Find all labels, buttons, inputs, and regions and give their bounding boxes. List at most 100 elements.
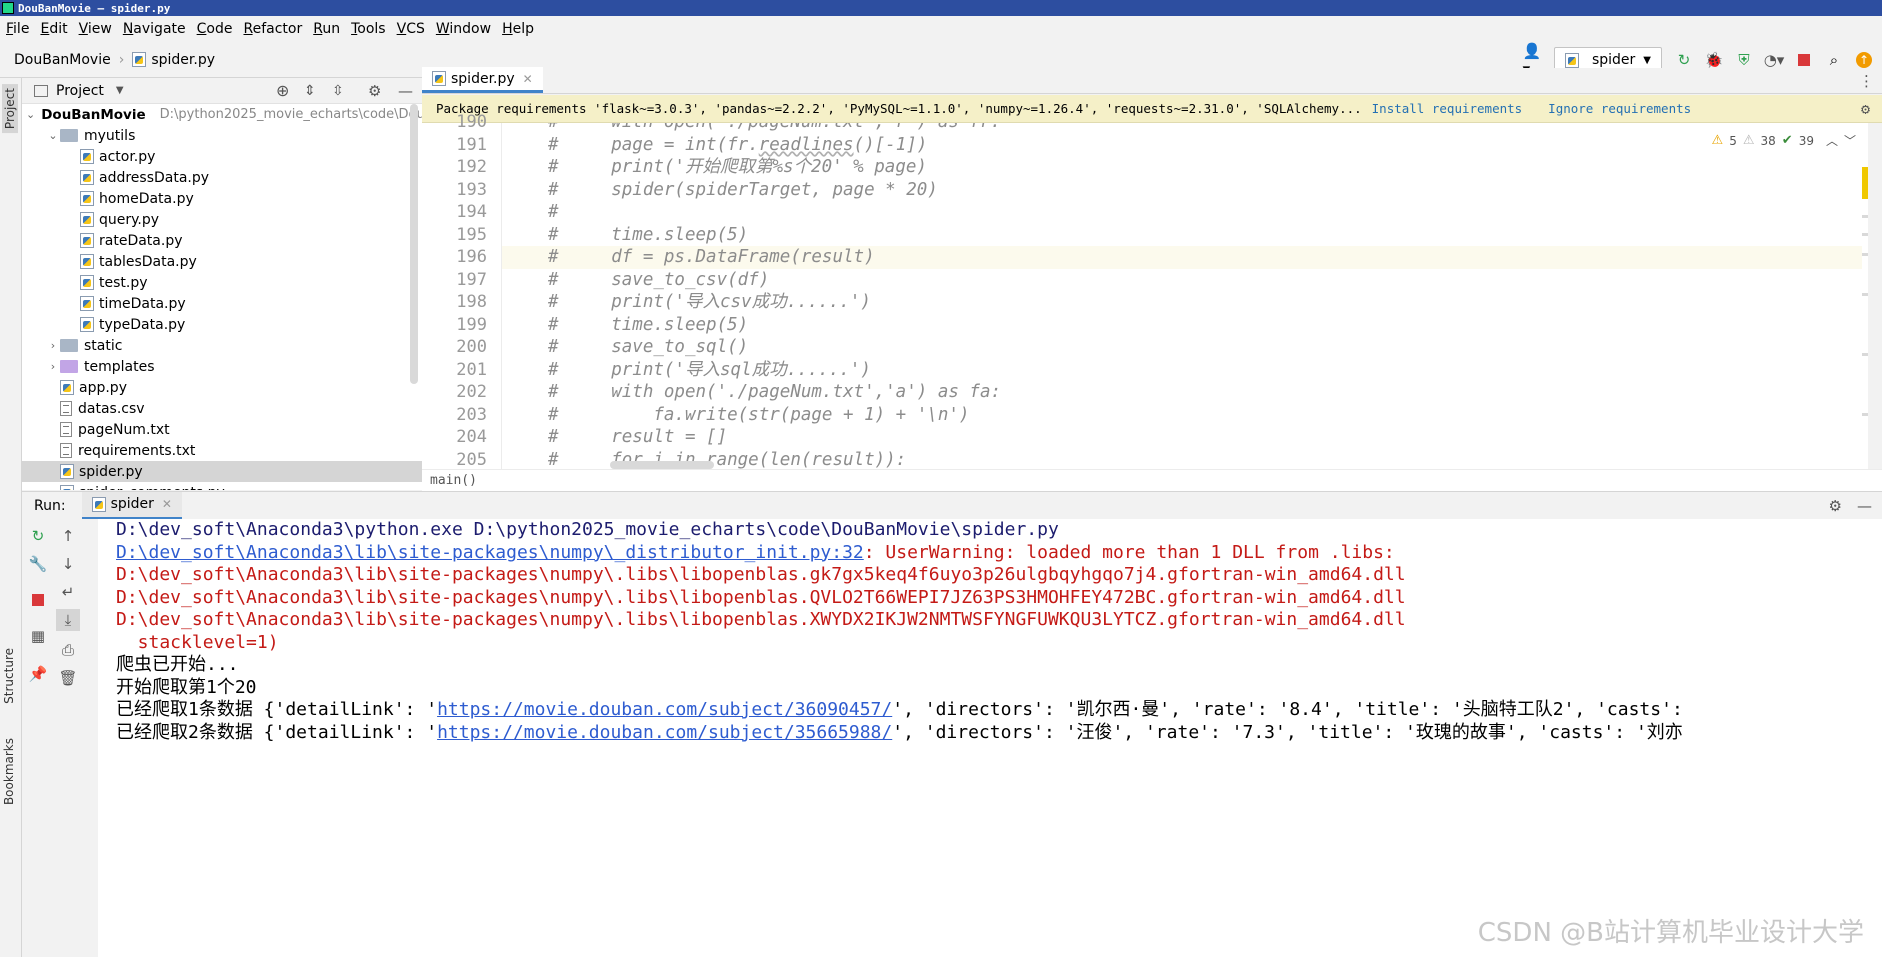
pin-icon[interactable]: 📌 [26,663,50,685]
menu-refactor[interactable]: Refactor [243,21,302,37]
bookmarks-tool-tab[interactable]: Bookmarks [2,738,16,805]
tree-item[interactable]: requirements.txt [22,440,422,461]
tree-item[interactable]: app.py [22,377,422,398]
print-icon[interactable]: ⎙ [56,639,80,661]
gear-icon[interactable]: ⚙ [1861,100,1870,118]
error-stripe[interactable] [1862,123,1868,469]
code-editor[interactable]: # with open('./pageNum.txt','r') as fr:#… [502,123,1862,469]
code-line[interactable]: # result = [] [502,426,1862,449]
stop-icon[interactable] [26,589,50,611]
trash-icon[interactable]: 🗑 [56,667,80,689]
code-line[interactable]: # time.sleep(5) [502,314,1862,337]
stop-icon[interactable] [1796,52,1812,68]
tree-item[interactable]: actor.py [22,146,422,167]
run-tab-spider[interactable]: spider ✕ [81,491,182,520]
wrench-icon[interactable]: 🔧 [26,553,50,575]
breadcrumb-file[interactable]: spider.py [151,52,215,68]
coverage-icon[interactable]: ⛨ [1736,51,1752,69]
chevron-right-icon[interactable]: › [46,360,60,373]
search-icon[interactable]: ⌕ [1826,51,1842,69]
tree-item[interactable]: timeData.py [22,293,422,314]
chevron-down-icon[interactable]: ▼ [116,85,124,96]
inspection-widget[interactable]: ⚠ 5 ⚠ 38 ✔ 39 ︿ ﹀ [1712,132,1856,149]
menu-edit[interactable]: Edit [40,21,67,37]
debug-icon[interactable]: 🐞 [1705,51,1724,69]
code-line[interactable]: # print('开始爬取第%s个20' % page) [502,156,1862,179]
console-link[interactable]: D:\dev_soft\Anaconda3\lib\site-packages\… [116,542,864,563]
project-tool-tab[interactable]: Project [2,84,18,134]
code-line[interactable]: # save_to_csv(df) [502,269,1862,292]
run-console[interactable]: D:\dev_soft\Anaconda3\python.exe D:\pyth… [98,519,1882,957]
code-line[interactable]: # df = ps.DataFrame(result) [502,246,1862,269]
tree-item[interactable]: pageNum.txt [22,419,422,440]
rerun-icon[interactable]: ↻ [26,525,50,547]
menu-help[interactable]: Help [502,21,534,37]
tree-item[interactable]: addressData.py [22,167,422,188]
code-line[interactable]: # with open('./pageNum.txt','r') as fr: [502,123,1862,134]
code-line[interactable]: # with open('./pageNum.txt','a') as fa: [502,381,1862,404]
editor-horizontal-scrollbar[interactable] [610,461,714,469]
code-line[interactable]: # page = int(fr.readlines()[-1]) [502,134,1862,157]
tree-item[interactable]: test.py [22,272,422,293]
rerun-icon[interactable]: ↻ [1676,51,1692,69]
install-requirements-link[interactable]: Install requirements [1372,101,1523,116]
code-line[interactable]: # print('导入csv成功......') [502,291,1862,314]
menu-view[interactable]: View [79,21,112,37]
chevron-down-icon[interactable]: ⌄ [46,129,60,142]
arrow-up-icon[interactable]: ↑ [56,525,80,547]
profile-icon[interactable]: ◔▾ [1764,51,1785,69]
gear-icon[interactable]: ⚙ [1829,497,1842,515]
chevron-down-icon[interactable]: ⌄ [26,108,35,121]
menu-vcs[interactable]: VCS [397,21,425,37]
close-icon[interactable]: ✕ [523,72,533,86]
menu-navigate[interactable]: Navigate [123,21,186,37]
update-icon[interactable]: ↑ [1856,52,1872,68]
code-line[interactable]: # fa.write(str(page + 1) + '\n') [502,404,1862,427]
minimize-icon[interactable]: — [398,82,413,100]
tree-item[interactable]: spider.py [22,461,422,482]
expand-all-icon[interactable]: ⇕ [304,83,316,99]
layout-icon[interactable]: ▦ [26,625,50,647]
code-breadcrumb-function[interactable]: main() [430,473,477,488]
console-link[interactable]: https://movie.douban.com/subject/3566598… [437,722,892,743]
chevron-down-icon[interactable]: ﹀ [1844,132,1856,149]
console-link[interactable]: https://movie.douban.com/subject/3609045… [437,699,892,720]
tree-item[interactable]: ⌄ myutils [22,125,422,146]
breadcrumb-project[interactable]: DouBanMovie [14,52,111,68]
menu-tools[interactable]: Tools [351,21,386,37]
soft-wrap-icon[interactable]: ↵ [56,581,80,603]
tree-item[interactable]: rateData.py [22,230,422,251]
tree-item[interactable]: typeData.py [22,314,422,335]
chevron-right-icon[interactable]: › [46,339,60,352]
code-line[interactable]: # save_to_sql() [502,336,1862,359]
tree-item[interactable]: › templates [22,356,422,377]
project-tree-scrollbar[interactable] [410,104,418,384]
code-line[interactable]: # spider(spiderTarget, page * 20) [502,179,1862,202]
gear-icon[interactable]: ⚙ [368,82,381,100]
menu-file[interactable]: File [6,21,29,37]
editor-tab-spider[interactable]: spider.py ✕ [422,67,543,93]
tree-root[interactable]: ⌄ DouBanMovie D:\python2025_movie_echart… [22,104,422,125]
tree-item[interactable]: homeData.py [22,188,422,209]
tree-item[interactable]: spider_comments.py [22,482,422,490]
chevron-up-icon[interactable]: ︿ [1826,132,1838,149]
scroll-to-end-icon[interactable]: ⤓ [56,609,80,631]
menu-window[interactable]: Window [436,21,491,37]
code-line[interactable]: # time.sleep(5) [502,224,1862,247]
tree-item[interactable]: tablesData.py [22,251,422,272]
tree-item[interactable]: query.py [22,209,422,230]
structure-tool-tab[interactable]: Structure [2,648,16,704]
collapse-all-icon[interactable]: ⇳ [332,83,344,99]
tree-item[interactable]: datas.csv [22,398,422,419]
menu-code[interactable]: Code [197,21,233,37]
arrow-down-icon[interactable]: ↓ [56,553,80,575]
tree-item[interactable]: › static [22,335,422,356]
more-options-icon[interactable]: ⋮ [1859,72,1874,90]
code-line[interactable]: # [502,201,1862,224]
locate-icon[interactable]: ⊕ [276,81,289,100]
code-line[interactable]: # print('导入sql成功......') [502,359,1862,382]
ignore-requirements-link[interactable]: Ignore requirements [1548,101,1691,116]
project-panel-title[interactable]: Project [56,83,104,99]
minimize-icon[interactable]: — [1857,497,1872,515]
menu-run[interactable]: Run [313,21,340,37]
